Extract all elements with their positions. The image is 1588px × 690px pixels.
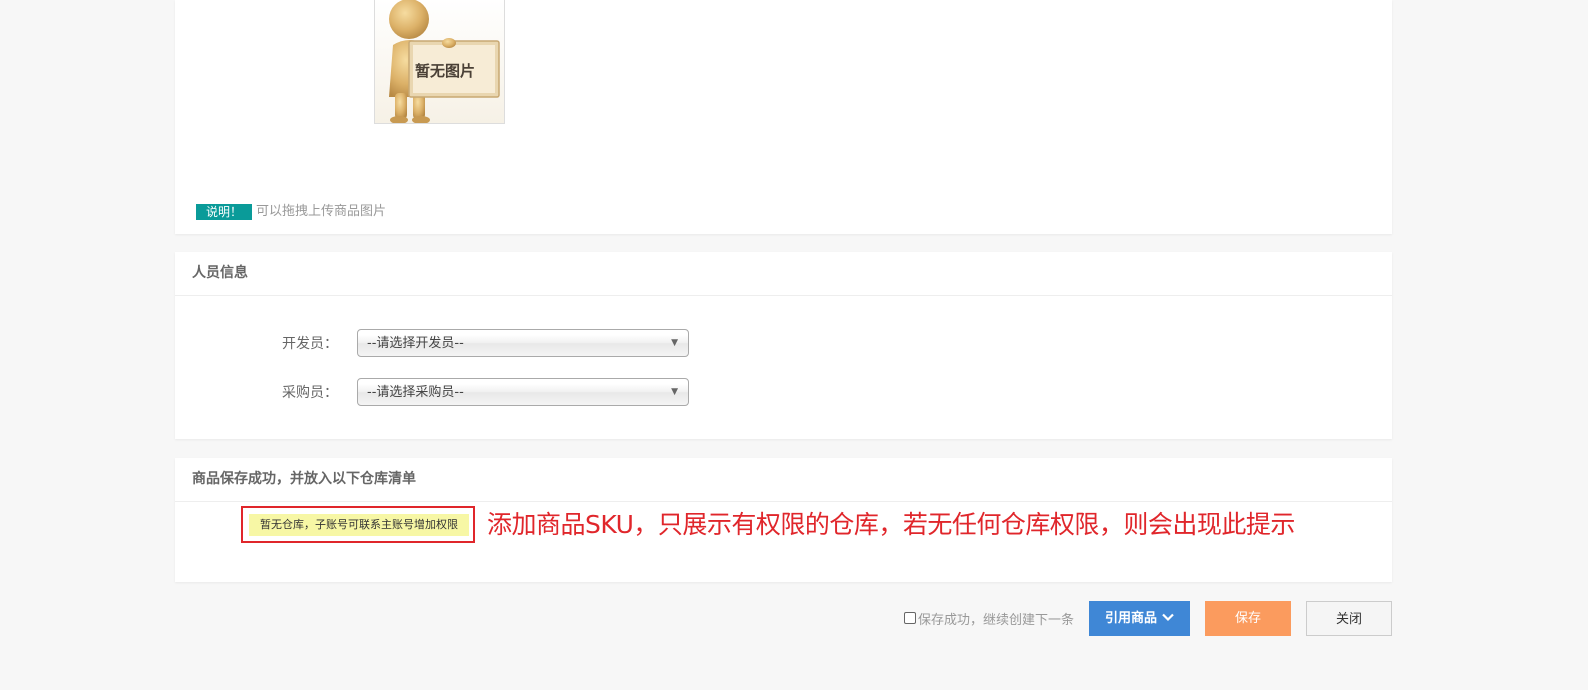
developer-select[interactable]: --请选择开发员-- ▼ [357,329,689,357]
no-image-placeholder[interactable]: 暂无图片 [374,0,505,124]
save-button[interactable]: 保存 [1205,600,1291,636]
people-panel: 人员信息 开发员： --请选择开发员-- ▼ 采购员： --请选择采购员-- ▼ [175,252,1392,439]
image-panel: 暂无图片 说明！ 可以拖拽上传商品图片 [175,0,1392,234]
close-button[interactable]: 关闭 [1306,600,1392,636]
cite-product-label: 引用商品 [1104,610,1157,626]
placeholder-text: 暂无图片 [415,62,476,80]
triangle-down-icon: ▼ [671,387,678,397]
cite-product-button[interactable]: 引用商品 [1089,600,1190,636]
note-badge: 说明！ [196,204,253,220]
note-text: 可以拖拽上传商品图片 [256,204,387,219]
continue-create-checkbox[interactable] [903,612,916,624]
developer-label: 开发员： [282,336,338,352]
warehouse-alert: 暂无仓库，子账号可联系主账号增加权限 [249,514,469,536]
warehouse-panel-title: 商品保存成功，并放入以下仓库清单 [175,458,1392,502]
warehouse-alert-highlight: 暂无仓库，子账号可联系主账号增加权限 [241,506,475,543]
continue-create-option[interactable]: 保存成功，继续创建下一条 [903,609,1074,628]
continue-create-label: 保存成功，继续创建下一条 [917,612,1074,628]
developer-row: 开发员： --请选择开发员-- ▼ [175,329,1392,359]
annotation-text: 添加商品SKU，只展示有权限的仓库，若无任何仓库权限，则会出现此提示 [487,510,1295,539]
chevron-down-icon [1162,601,1174,636]
developer-select-value: --请选择开发员-- [367,336,464,351]
purchaser-row: 采购员： --请选择采购员-- ▼ [175,378,1392,408]
warehouse-panel: 商品保存成功，并放入以下仓库清单 暂无仓库，子账号可联系主账号增加权限 添加商品… [175,458,1392,582]
upload-note: 说明！ 可以拖拽上传商品图片 [196,204,386,220]
footer-actions: 保存成功，继续创建下一条 引用商品 保存 关闭 [903,600,1392,636]
people-panel-title: 人员信息 [175,252,1392,296]
purchaser-label: 采购员： [282,385,338,401]
purchaser-select-value: --请选择采购员-- [367,385,464,400]
purchaser-select[interactable]: --请选择采购员-- ▼ [357,378,689,406]
triangle-down-icon: ▼ [671,338,678,348]
